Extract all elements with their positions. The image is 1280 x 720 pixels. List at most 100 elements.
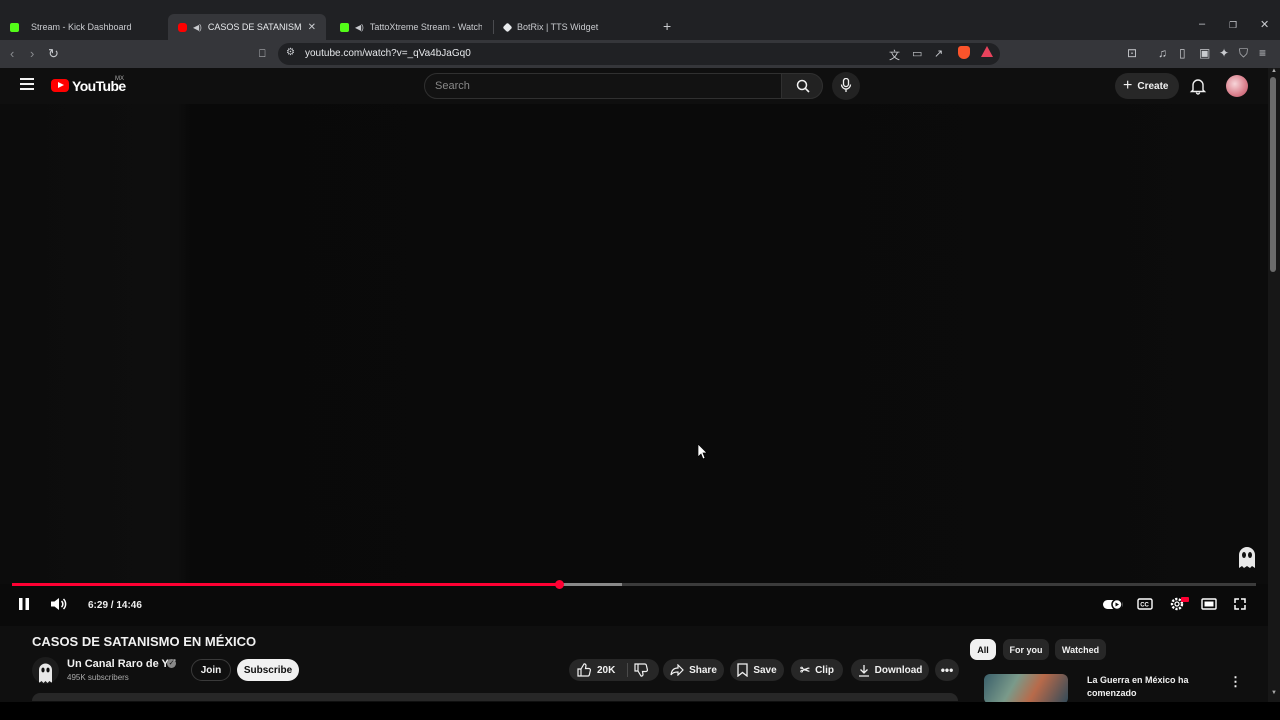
youtube-icon: [178, 22, 187, 32]
scroll-up-icon[interactable]: ▲: [1271, 68, 1277, 74]
tab-youtube-video[interactable]: ◀) CASOS DE SATANISMO EN M ✕: [168, 14, 326, 40]
tab-botrix[interactable]: BotRix | TTS Widget: [494, 14, 654, 40]
channel-name[interactable]: Un Canal Raro de YT: [67, 658, 176, 670]
time-display: 6:29 / 14:46: [88, 600, 142, 611]
close-tab-icon[interactable]: ✕: [308, 22, 316, 33]
scrollbar-thumb[interactable]: [1270, 77, 1276, 272]
create-label: Create: [1137, 80, 1169, 92]
share-button[interactable]: Share: [663, 659, 724, 681]
tab-search-icon[interactable]: ⊡: [1127, 46, 1137, 60]
like-divider: [627, 663, 629, 677]
brave-rewards-icon[interactable]: [981, 46, 993, 57]
forward-icon[interactable]: ›: [30, 45, 34, 63]
more-vertical-icon[interactable]: ⋮: [1229, 674, 1242, 690]
search-placeholder: Search: [435, 80, 470, 92]
notifications-bell-icon[interactable]: [1189, 77, 1207, 95]
scissors-icon: ✂: [800, 663, 811, 677]
media-control-icon[interactable]: ♫: [1158, 46, 1167, 60]
recommendation-thumbnail[interactable]: [984, 674, 1068, 704]
share-icon: [670, 664, 684, 676]
thumbs-up-icon[interactable]: [577, 663, 591, 677]
minimize-icon[interactable]: –: [1199, 18, 1205, 30]
save-label: Save: [753, 664, 777, 676]
chip-for-you[interactable]: For you: [1003, 639, 1049, 660]
create-button[interactable]: + Create: [1115, 73, 1179, 99]
fullscreen-icon[interactable]: [1233, 596, 1247, 612]
country-code: MX: [115, 76, 124, 82]
channel-watermark-icon[interactable]: [1236, 544, 1258, 570]
url-text: youtube.com/watch?v=_qVa4bJaGq0: [305, 48, 471, 59]
join-label: Join: [200, 664, 222, 676]
settings-gear-icon[interactable]: [1168, 596, 1190, 612]
tab-label: BotRix | TTS Widget: [517, 22, 599, 32]
browser-tab-bar: Stream - Kick Dashboard ◀) CASOS DE SATA…: [0, 0, 1280, 40]
new-tab-button[interactable]: +: [663, 18, 671, 34]
download-icon: [858, 664, 869, 677]
subscribe-button[interactable]: Subscribe: [237, 659, 299, 681]
tab-label: TattoXtreme Stream - Watch Live: [369, 22, 482, 32]
video-frame[interactable]: [0, 104, 1268, 584]
share-label: Share: [689, 664, 717, 676]
browser-menu-icon[interactable]: ≡: [1259, 46, 1266, 60]
voice-search-button[interactable]: [832, 72, 860, 100]
site-info-icon[interactable]: ⚙: [286, 47, 295, 58]
page-scrollbar[interactable]: ▲ ▼: [1268, 68, 1280, 702]
verified-check-icon: ✓: [167, 659, 176, 668]
cast-icon[interactable]: ▭: [912, 47, 922, 60]
kick-icon: [340, 22, 349, 32]
tab-label: CASOS DE SATANISMO EN M: [207, 22, 302, 32]
description-box[interactable]: [32, 693, 958, 701]
vpn-shield-icon[interactable]: ⛉: [1239, 46, 1248, 61]
chip-watched[interactable]: Watched: [1055, 639, 1106, 660]
close-window-icon[interactable]: ✕: [1260, 18, 1269, 31]
progress-scrubber[interactable]: [554, 580, 564, 589]
more-actions-button[interactable]: •••: [935, 659, 959, 681]
restore-icon[interactable]: ❐: [1229, 20, 1237, 31]
autoplay-toggle-icon[interactable]: [1102, 596, 1124, 612]
channel-avatar-ghost-icon: [39, 663, 52, 683]
subscribe-label: Subscribe: [243, 664, 293, 676]
guide-menu-icon[interactable]: [20, 78, 34, 90]
reload-icon[interactable]: ↻: [48, 45, 59, 63]
share-page-icon[interactable]: ↗: [934, 47, 943, 60]
volume-icon[interactable]: [50, 596, 68, 612]
channel-avatar[interactable]: [32, 657, 59, 684]
back-icon[interactable]: ‹: [10, 45, 14, 63]
save-button[interactable]: Save: [730, 659, 784, 681]
clip-label: Clip: [815, 664, 834, 676]
captions-icon[interactable]: CC: [1137, 596, 1153, 612]
chip-all[interactable]: All: [970, 639, 996, 660]
join-button[interactable]: Join: [191, 659, 231, 681]
leo-ai-icon[interactable]: ✦: [1219, 46, 1229, 60]
wallet-icon[interactable]: ▣: [1199, 46, 1210, 60]
video-title: CASOS DE SATANISMO EN MÉXICO: [32, 634, 257, 649]
more-horizontal-icon: •••: [940, 663, 954, 677]
address-bar[interactable]: ⚙ youtube.com/watch?v=_qVa4bJaGq0 文 ▭ ↗: [278, 43, 1000, 65]
theater-mode-icon[interactable]: [1201, 596, 1217, 612]
like-count[interactable]: 20K: [597, 665, 615, 676]
video-player[interactable]: 6:29 / 14:46 CC: [0, 104, 1268, 626]
brave-shields-icon[interactable]: [958, 46, 970, 59]
tab-tattoxtreme[interactable]: ◀) TattoXtreme Stream - Watch Live: [330, 14, 492, 40]
youtube-logo-icon[interactable]: [51, 79, 69, 92]
download-button[interactable]: Download: [851, 659, 929, 681]
search-button[interactable]: [781, 73, 823, 99]
kick-icon: [10, 22, 19, 32]
clip-button[interactable]: ✂ Clip: [791, 659, 843, 681]
user-avatar[interactable]: [1226, 75, 1248, 97]
svg-text:CC: CC: [1140, 603, 1149, 609]
tab-kick-dashboard[interactable]: Stream - Kick Dashboard: [0, 14, 166, 40]
scroll-down-icon[interactable]: ▼: [1271, 690, 1277, 696]
recommendation-title[interactable]: La Guerra en México ha comenzado: [1087, 674, 1207, 700]
mouse-cursor-icon: [698, 444, 708, 460]
tab-label: Stream - Kick Dashboard: [31, 22, 132, 32]
bookmark-icon[interactable]: ⎕: [259, 45, 266, 63]
download-label: Download: [874, 664, 923, 676]
pause-icon[interactable]: [18, 596, 30, 612]
search-icon: [796, 79, 810, 93]
botrix-icon: [502, 22, 513, 32]
translate-icon[interactable]: 文: [889, 47, 900, 63]
search-input[interactable]: Search: [424, 73, 782, 99]
thumbs-down-icon[interactable]: [634, 663, 649, 677]
sidebar-toggle-icon[interactable]: ▯: [1179, 46, 1186, 60]
